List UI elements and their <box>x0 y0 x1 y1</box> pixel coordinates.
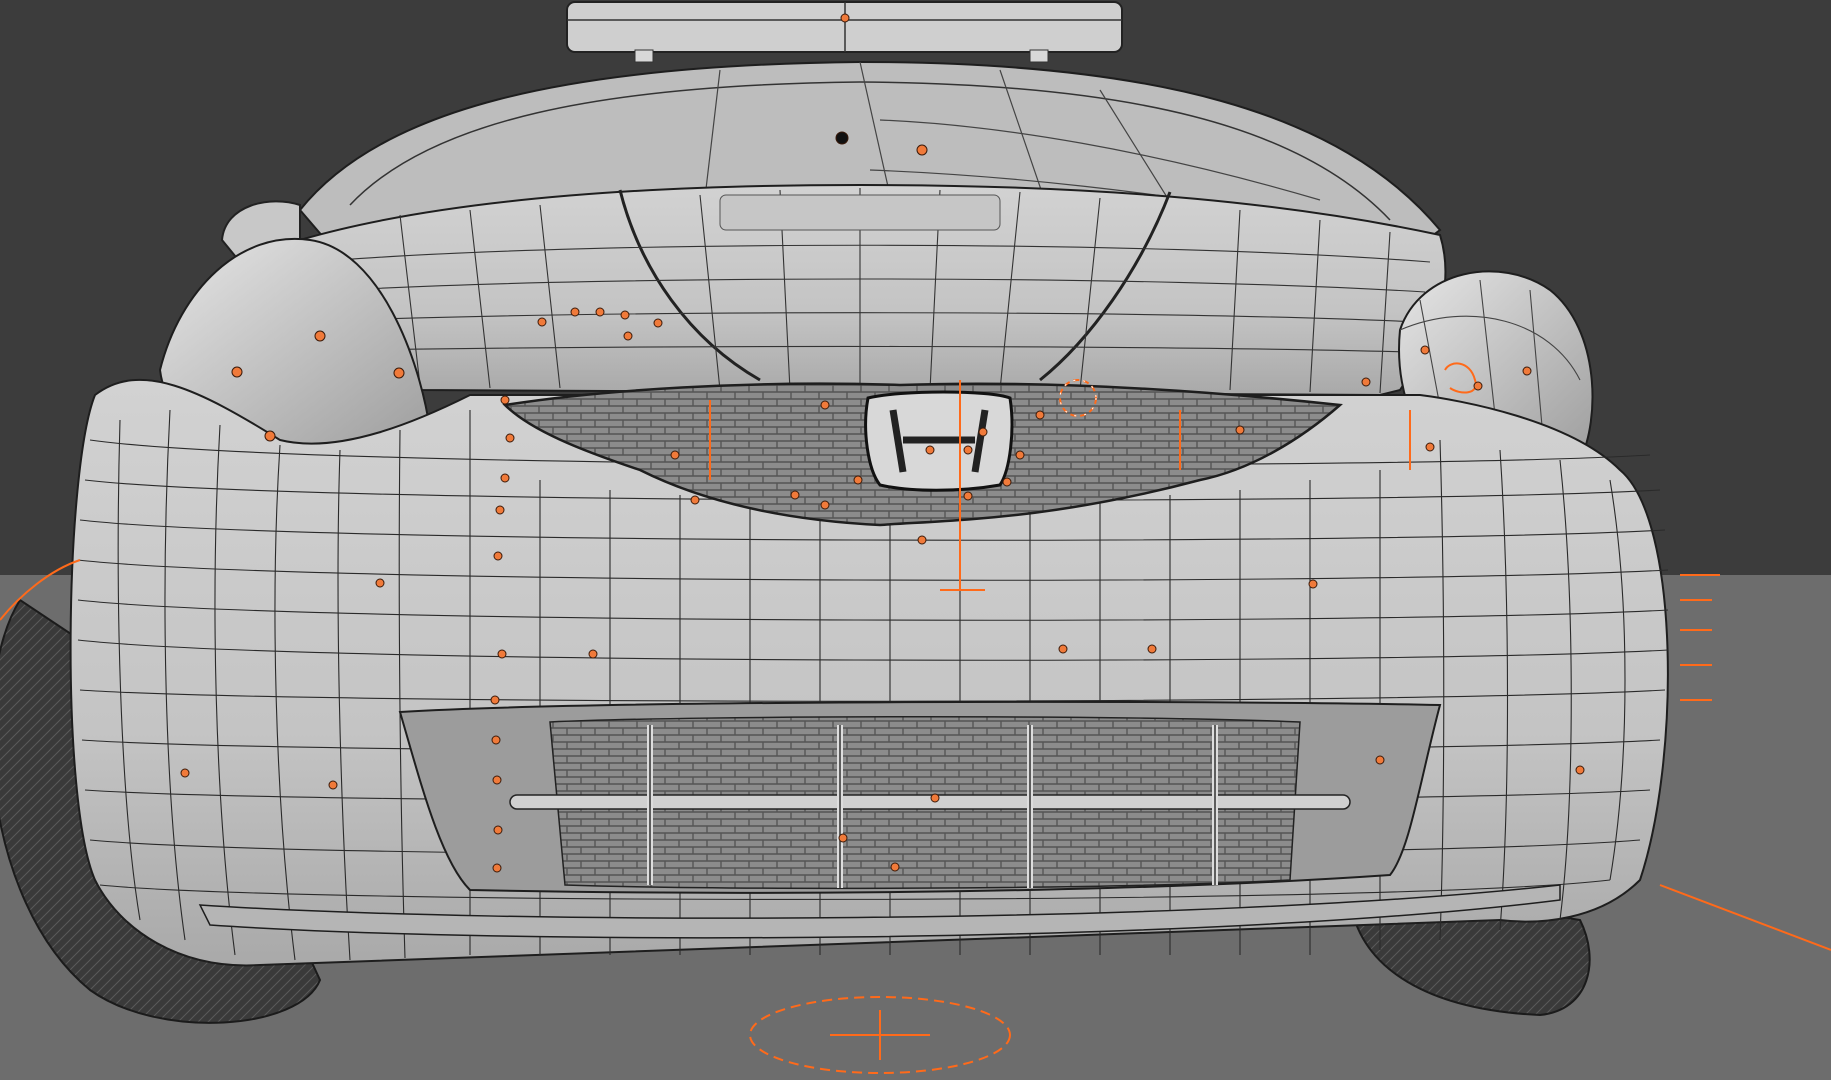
vertex-point[interactable] <box>623 331 633 341</box>
vertex-point[interactable] <box>500 473 510 483</box>
vertex-point[interactable] <box>838 833 848 843</box>
viewport-canvas[interactable]: H <box>0 0 1831 1080</box>
vertex-point[interactable] <box>492 775 502 785</box>
vertex-point[interactable] <box>493 551 503 561</box>
vertex-point[interactable] <box>180 768 190 778</box>
3d-viewport[interactable]: H <box>0 0 1831 1080</box>
vertex-point[interactable] <box>890 862 900 872</box>
vertex-point[interactable] <box>963 491 973 501</box>
vertex-point[interactable] <box>917 535 927 545</box>
vertex-point[interactable] <box>595 307 605 317</box>
hood[interactable] <box>298 183 1447 397</box>
lower-grille[interactable] <box>398 700 1442 894</box>
vertex-point[interactable] <box>620 310 630 320</box>
vertex-point[interactable] <box>1035 410 1045 420</box>
vertex-point[interactable] <box>916 144 928 156</box>
honda-emblem-icon <box>864 390 1014 492</box>
vertex-point[interactable] <box>231 366 243 378</box>
vertex-point[interactable] <box>1522 366 1532 376</box>
vertex-point[interactable] <box>1147 644 1157 654</box>
vertex-point[interactable] <box>925 445 935 455</box>
vertex-point[interactable] <box>963 445 973 455</box>
vertex-point[interactable] <box>1361 377 1371 387</box>
vertex-point[interactable] <box>820 500 830 510</box>
vertex-point[interactable] <box>1058 644 1068 654</box>
vertex-point[interactable] <box>670 450 680 460</box>
vertex-point[interactable] <box>264 430 276 442</box>
vertex-point[interactable] <box>690 495 700 505</box>
vertex-point[interactable] <box>497 649 507 659</box>
vertex-point[interactable] <box>1575 765 1585 775</box>
vertex-point[interactable] <box>1002 477 1012 487</box>
vertex-point[interactable] <box>1425 442 1435 452</box>
vertex-point[interactable] <box>790 490 800 500</box>
vertex-point[interactable] <box>1375 755 1385 765</box>
vertex-point[interactable] <box>314 330 326 342</box>
vertex-point[interactable] <box>505 433 515 443</box>
vertex-point[interactable] <box>1015 450 1025 460</box>
vertex-point[interactable] <box>490 695 500 705</box>
vertex-point[interactable] <box>495 505 505 515</box>
vertex-point[interactable] <box>393 367 405 379</box>
roof-light-bar[interactable] <box>566 1 1123 63</box>
vertex-point[interactable] <box>328 780 338 790</box>
vertex-point[interactable] <box>570 307 580 317</box>
vertex-point[interactable] <box>493 825 503 835</box>
vertex-point[interactable] <box>1235 425 1245 435</box>
vertex-point[interactable] <box>375 578 385 588</box>
vertex-point[interactable] <box>930 793 940 803</box>
vertex-point[interactable] <box>1308 579 1318 589</box>
vertex-point[interactable] <box>500 395 510 405</box>
vertex-point[interactable] <box>491 735 501 745</box>
vertex-point[interactable] <box>840 13 850 23</box>
vertex-point[interactable] <box>853 475 863 485</box>
vertex-point[interactable] <box>835 131 849 145</box>
vertex-point[interactable] <box>820 400 830 410</box>
vertex-point[interactable] <box>588 649 598 659</box>
vertex-point[interactable] <box>1473 381 1483 391</box>
vertex-point[interactable] <box>978 427 988 437</box>
vertex-point[interactable] <box>492 863 502 873</box>
vertex-point[interactable] <box>653 318 663 328</box>
vertex-point[interactable] <box>1420 345 1430 355</box>
vertex-point[interactable] <box>537 317 547 327</box>
